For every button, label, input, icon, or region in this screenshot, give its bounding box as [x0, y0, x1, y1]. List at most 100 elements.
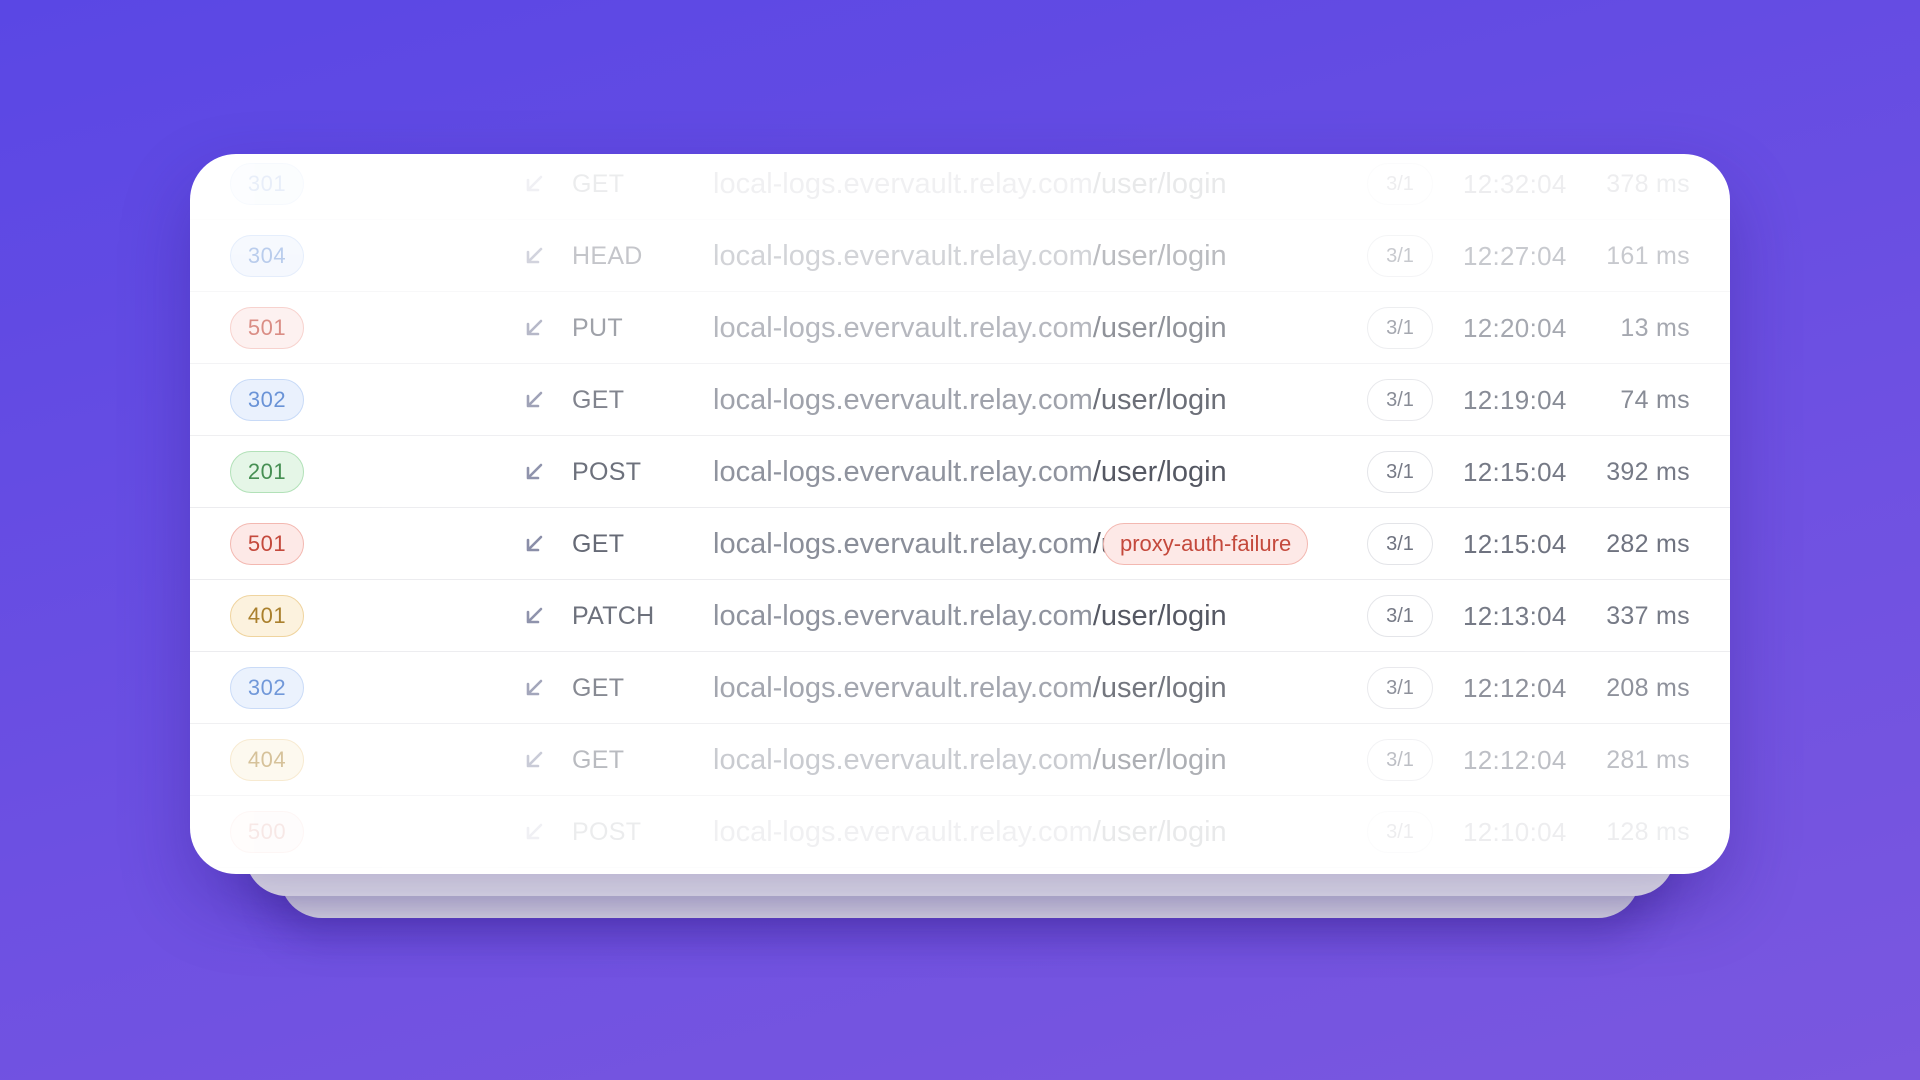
attempt-ratio-badge: 3/1	[1367, 811, 1433, 853]
attempt-ratio-badge: 3/1	[1367, 379, 1433, 421]
timestamp: 12:19:04	[1463, 384, 1567, 415]
url-path: /user/login	[1092, 167, 1227, 200]
request-url[interactable]: local-logs.evervault.relay.com/user/logi…	[713, 364, 1227, 436]
http-method: PUT	[572, 313, 623, 342]
duration: 378 ms	[1606, 169, 1690, 198]
request-url[interactable]: local-logs.evervault.relay.com/user/logi…	[713, 436, 1227, 508]
status-badge: 201	[230, 451, 304, 493]
duration: 13 ms	[1620, 313, 1690, 342]
attempt-ratio-badge: 3/1	[1367, 667, 1433, 709]
url-path: /user/login	[1092, 599, 1227, 632]
arrow-down-left-icon	[520, 292, 548, 364]
attempt-ratio-badge: 3/1	[1367, 235, 1433, 277]
request-url[interactable]: local-logs.evervault.relay.com/user/logi…	[713, 796, 1227, 868]
timestamp: 12:27:04	[1463, 240, 1567, 271]
log-row[interactable]: 401 PATCH local-logs.evervault.relay.com…	[190, 580, 1730, 652]
timestamp: 12:32:04	[1463, 168, 1567, 199]
timestamp: 12:13:04	[1463, 600, 1567, 631]
arrow-down-left-icon	[520, 580, 548, 652]
attempt-ratio-badge: 3/1	[1367, 451, 1433, 493]
http-method: GET	[572, 673, 625, 702]
url-path: /user/login	[1092, 455, 1227, 488]
url-host: local-logs.evervault.relay.com	[713, 239, 1093, 272]
url-path: /user/login	[1092, 671, 1227, 704]
url-path: /user/login	[1092, 311, 1227, 344]
http-method: POST	[572, 457, 642, 486]
timestamp: 12:12:04	[1463, 672, 1567, 703]
timestamp: 12:12:04	[1463, 744, 1567, 775]
url-path: /user/login	[1092, 743, 1227, 776]
attempt-ratio-badge: 3/1	[1367, 739, 1433, 781]
http-method: PATCH	[572, 601, 655, 630]
request-url[interactable]: local-logs.evervault.relay.com/user/logi…	[713, 724, 1227, 796]
status-badge: 500	[230, 811, 304, 853]
http-method: GET	[572, 169, 625, 198]
attempt-ratio-badge: 3/1	[1367, 163, 1433, 205]
log-row[interactable]: 304 HEAD local-logs.evervault.relay.com /…	[190, 220, 1730, 292]
http-method: GET	[572, 745, 625, 774]
url-host: local-logs.evervault.relay.com	[713, 671, 1093, 704]
http-method: GET	[572, 529, 625, 558]
status-badge: 501	[230, 307, 304, 349]
url-host: local-logs.evervault.relay.com	[713, 455, 1093, 488]
arrow-down-left-icon	[520, 436, 548, 508]
url-host: local-logs.evervault.relay.com	[713, 167, 1093, 200]
duration: 337 ms	[1606, 601, 1690, 630]
status-badge: 404	[230, 739, 304, 781]
duration: 392 ms	[1606, 457, 1690, 486]
url-host: local-logs.evervault.relay.com	[713, 527, 1093, 560]
log-row[interactable]: 201 POST local-logs.evervault.relay.com /…	[190, 436, 1730, 508]
request-url[interactable]: local-logs.evervault.relay.com/user/logi…	[713, 652, 1227, 724]
log-row[interactable]: 302 GET local-logs.evervault.relay.com/u…	[190, 364, 1730, 436]
url-path: /user/login	[1092, 383, 1227, 416]
request-url[interactable]: local-logs.evervault.relay.com/user/logi…	[713, 580, 1227, 652]
status-badge: 401	[230, 595, 304, 637]
log-row[interactable]: 302 GET local-logs.evervault.relay.com/u…	[190, 652, 1730, 724]
duration: 282 ms	[1606, 529, 1690, 558]
url-host: local-logs.evervault.relay.com	[713, 815, 1093, 848]
status-badge: 501	[230, 523, 304, 565]
status-badge: 302	[230, 667, 304, 709]
attempt-ratio-badge: 3/1	[1367, 523, 1433, 565]
url-host: local-logs.evervault.relay.com	[713, 599, 1093, 632]
log-table-card: 301 GET local-logs.evervault.relay.com/u…	[190, 154, 1730, 874]
url-host: local-logs.evervault.relay.com	[713, 743, 1093, 776]
http-method: GET	[572, 385, 625, 414]
log-row[interactable]: 501 GET local-logs.evervault.relay.com/u…	[190, 508, 1730, 580]
duration: 161 ms	[1606, 241, 1690, 270]
duration: 128 ms	[1606, 817, 1690, 846]
error-tag: proxy-auth-failure	[1103, 523, 1309, 565]
url-host: local-logs.evervault.relay.com	[713, 311, 1093, 344]
arrow-down-left-icon	[520, 724, 548, 796]
http-method: POST	[572, 817, 642, 846]
arrow-down-left-icon	[520, 220, 548, 292]
request-url[interactable]: local-logs.evervault.relay.com/user/logi…	[713, 154, 1227, 220]
attempt-ratio-badge: 3/1	[1367, 307, 1433, 349]
status-badge: 304	[230, 235, 304, 277]
arrow-down-left-icon	[520, 796, 548, 868]
arrow-down-left-icon	[520, 154, 548, 220]
duration: 74 ms	[1620, 385, 1690, 414]
log-row[interactable]: 404 GET local-logs.evervault.relay.com/u…	[190, 724, 1730, 796]
timestamp: 12:15:04	[1463, 456, 1567, 487]
log-row[interactable]: 501 PUT local-logs.evervault.relay.com/u…	[190, 292, 1730, 364]
timestamp: 12:10:04	[1463, 816, 1567, 847]
attempt-ratio-badge: 3/1	[1367, 595, 1433, 637]
duration: 281 ms	[1606, 745, 1690, 774]
log-row[interactable]: 500 POST local-logs.evervault.relay.com /…	[190, 796, 1730, 868]
request-url[interactable]: local-logs.evervault.relay.com/user/logi…	[713, 292, 1227, 364]
timestamp: 12:15:04	[1463, 528, 1567, 559]
timestamp: 12:20:04	[1463, 312, 1567, 343]
log-row[interactable]: 301 GET local-logs.evervault.relay.com/u…	[190, 154, 1730, 220]
arrow-down-left-icon	[520, 652, 548, 724]
url-path: /user/login	[1092, 815, 1227, 848]
arrow-down-left-icon	[520, 364, 548, 436]
http-method: HEAD	[572, 241, 643, 270]
url-path: /user/login	[1092, 239, 1227, 272]
arrow-down-left-icon	[520, 508, 548, 580]
status-badge: 302	[230, 379, 304, 421]
url-host: local-logs.evervault.relay.com	[713, 383, 1093, 416]
request-url[interactable]: local-logs.evervault.relay.com/user/logi…	[713, 220, 1227, 292]
duration: 208 ms	[1606, 673, 1690, 702]
status-badge: 301	[230, 163, 304, 205]
